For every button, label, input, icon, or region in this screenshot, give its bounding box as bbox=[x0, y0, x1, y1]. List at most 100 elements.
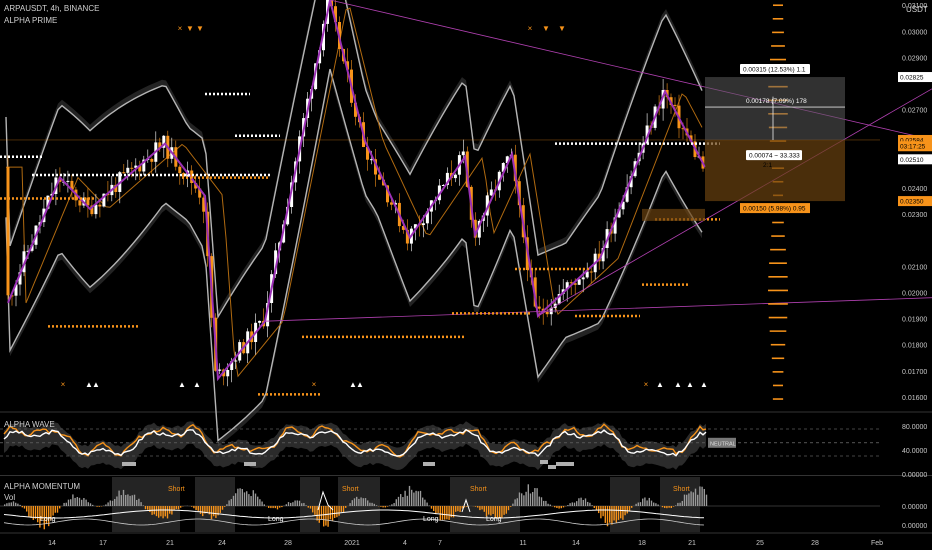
momentum-bar bbox=[67, 499, 70, 506]
symbol-title[interactable]: ARPAUSDT, 4h, BINANCE bbox=[4, 4, 99, 13]
wave-block bbox=[540, 460, 548, 464]
momentum-bar bbox=[158, 506, 160, 518]
momentum-bar bbox=[65, 502, 67, 506]
momentum-bar bbox=[527, 484, 529, 506]
momentum-bar bbox=[270, 506, 272, 509]
signal-marker: ▼ bbox=[542, 24, 550, 33]
momentum-bar bbox=[81, 499, 83, 506]
momentum-bar bbox=[433, 506, 435, 512]
momentum-bar bbox=[606, 506, 609, 527]
momentum-title[interactable]: ALPHA MOMENTUM bbox=[4, 482, 80, 491]
momentum-bar bbox=[635, 503, 637, 506]
momentum-bar bbox=[356, 496, 358, 506]
momentum-bar bbox=[367, 500, 369, 506]
momentum-bar bbox=[692, 492, 694, 506]
momentum-bar bbox=[686, 494, 688, 506]
momentum-bar bbox=[32, 506, 34, 520]
candle-body bbox=[66, 180, 70, 182]
chart-canvas[interactable]: 0.031000.030000.029000.027000.025100.024… bbox=[0, 0, 932, 550]
momentum-bar bbox=[180, 506, 182, 508]
indicator-title[interactable]: ALPHA PRIME bbox=[4, 16, 57, 25]
momentum-bar bbox=[459, 506, 461, 512]
momentum-bar bbox=[584, 498, 587, 506]
price-tick-label: 0.02300 bbox=[902, 212, 927, 219]
momentum-bar bbox=[547, 503, 549, 506]
momentum-bar bbox=[166, 506, 169, 519]
momentum-bar bbox=[219, 506, 221, 513]
momentum-bar bbox=[133, 494, 136, 506]
momentum-bar bbox=[391, 504, 393, 506]
momentum-bar bbox=[37, 506, 39, 523]
momentum-bar bbox=[525, 491, 527, 506]
momentum-bar bbox=[609, 506, 611, 523]
momentum-bar bbox=[540, 497, 543, 506]
momentum-bar bbox=[314, 506, 316, 515]
time-tick-label: 7 bbox=[438, 540, 442, 547]
momentum-bar bbox=[404, 490, 406, 506]
momentum-bar bbox=[653, 502, 655, 506]
momentum-bar bbox=[228, 500, 230, 506]
candle-body bbox=[537, 306, 541, 309]
momentum-bar bbox=[125, 494, 127, 506]
momentum-bar bbox=[369, 502, 371, 506]
momentum-bar bbox=[549, 504, 551, 506]
candle-body bbox=[545, 311, 549, 315]
time-tick-label: 24 bbox=[218, 540, 226, 547]
momentum-bar bbox=[578, 498, 580, 506]
momentum-bar bbox=[677, 502, 679, 506]
volume-title: Vol bbox=[4, 493, 16, 502]
momentum-bar bbox=[274, 506, 276, 509]
short-label: Short bbox=[673, 486, 690, 493]
wave-title[interactable]: ALPHA WAVE bbox=[4, 420, 55, 429]
signal-marker: × bbox=[312, 380, 317, 389]
momentum-bar bbox=[235, 493, 237, 506]
momentum-bar bbox=[413, 492, 415, 506]
long-label: Long bbox=[486, 516, 502, 523]
time-tick-label: 2021 bbox=[344, 540, 360, 547]
momentum-bar bbox=[305, 505, 307, 506]
momentum-bar bbox=[395, 499, 397, 506]
momentum-bar bbox=[237, 488, 239, 506]
momentum-bar bbox=[488, 506, 490, 515]
price-tick-label: 0.01900 bbox=[902, 317, 927, 324]
signal-marker: ▲ bbox=[700, 380, 708, 389]
momentum-bar bbox=[657, 504, 659, 506]
momentum-bar bbox=[562, 506, 565, 508]
momentum-bar bbox=[681, 500, 683, 506]
candle-body bbox=[6, 167, 10, 296]
candle-body bbox=[421, 223, 425, 225]
price-tick-label: 0.01700 bbox=[902, 369, 927, 376]
momentum-bar bbox=[98, 506, 100, 507]
momentum-bar bbox=[193, 506, 195, 509]
time-tick-label: 14 bbox=[572, 540, 580, 547]
momentum-bar bbox=[441, 506, 444, 520]
momentum-bar bbox=[543, 500, 545, 506]
momentum-bar bbox=[611, 506, 613, 525]
momentum-bar bbox=[23, 506, 26, 509]
wave-tick-label: 0.00000 bbox=[902, 472, 927, 479]
momentum-bar bbox=[70, 499, 72, 506]
time-tick-label: Feb bbox=[871, 540, 883, 547]
momentum-bar bbox=[164, 506, 166, 517]
momentum-bar bbox=[602, 506, 604, 517]
signal-marker: ▲ bbox=[356, 380, 364, 389]
momentum-bar bbox=[160, 506, 162, 517]
momentum-bar bbox=[213, 506, 215, 517]
momentum-bar bbox=[507, 506, 510, 511]
signal-marker: ▼ bbox=[186, 24, 194, 33]
wave-tick-label: 40.0000 bbox=[902, 448, 927, 455]
momentum-bar bbox=[448, 506, 450, 520]
momentum-bar bbox=[147, 506, 149, 510]
momentum-bar bbox=[292, 502, 294, 506]
momentum-bar bbox=[556, 506, 558, 508]
price-badge-text: 0.02350 bbox=[900, 199, 924, 206]
momentum-bar bbox=[127, 494, 129, 506]
momentum-bar bbox=[162, 506, 164, 519]
momentum-bar bbox=[402, 497, 404, 506]
momentum-bar bbox=[360, 497, 362, 506]
momentum-bar bbox=[699, 486, 701, 506]
momentum-bar bbox=[683, 494, 686, 506]
momentum-bar bbox=[12, 501, 15, 506]
momentum-bar bbox=[492, 506, 494, 515]
momentum-bar bbox=[479, 506, 481, 511]
